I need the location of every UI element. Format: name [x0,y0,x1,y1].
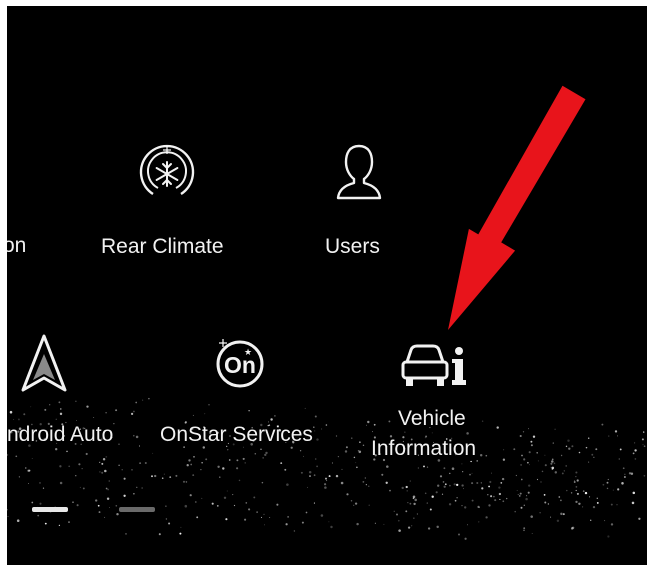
app-tile-users[interactable]: Users [307,136,417,266]
app-tile-onstar-services[interactable]: On ★ OnStar Services [157,332,322,462]
svg-text:★: ★ [244,348,252,358]
app-label-rear-climate: Rear Climate [101,235,224,258]
app-label-android-auto: ndroid Auto [7,423,114,446]
annotation-arrow [448,85,586,330]
app-tile-rear-climate[interactable]: Rear Climate [95,136,235,266]
user-icon [336,144,382,200]
app-tile-android-auto[interactable]: ndroid Auto [7,332,117,462]
app-label-vehicle-information-line1: Vehicle [398,407,466,430]
app-label-users: Users [325,235,380,258]
app-label-partial-left: on [7,234,27,257]
annotation-arrow-shape [448,85,586,330]
infotainment-screen: on Rear Climate Users ndroid Auto On ★ O… [7,6,647,565]
onstar-icon: On ★ [216,339,264,388]
android-auto-icon [21,334,67,392]
app-tile-partial-left[interactable]: on [7,228,47,268]
app-tile-vehicle-information[interactable]: Vehicle Information [362,332,497,472]
sparkle-background [7,397,646,540]
page-indicator-active[interactable] [32,507,68,512]
app-label-onstar-services: OnStar Services [160,423,313,446]
app-label-vehicle-information-line2: Information [371,437,477,460]
rear-climate-icon [139,144,195,196]
vehicle-information-icon [401,344,466,386]
page-indicator-inactive[interactable] [119,507,155,512]
